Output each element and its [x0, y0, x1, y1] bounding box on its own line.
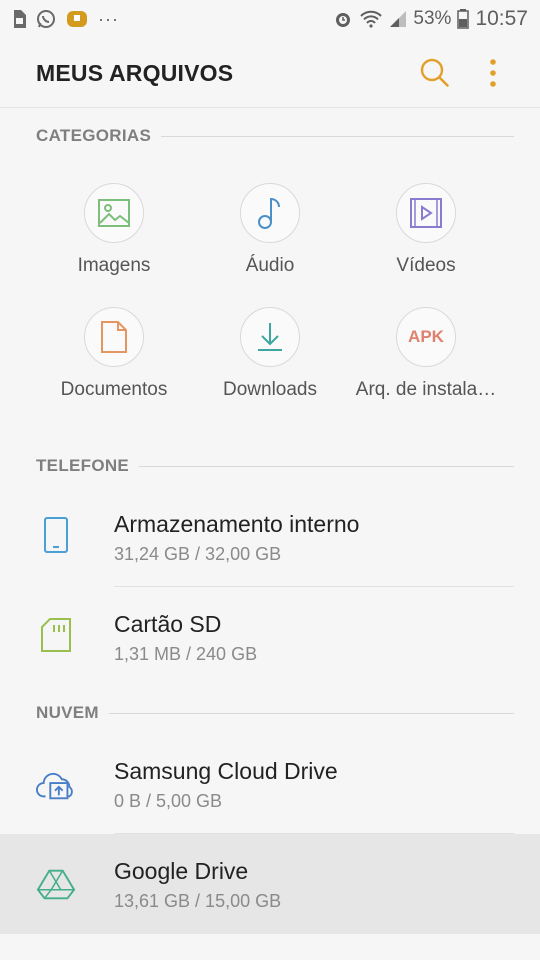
- phone-icon: [44, 517, 68, 553]
- sim-card-icon: [14, 10, 26, 28]
- section-divider: [108, 712, 514, 714]
- row-icon: [36, 515, 76, 555]
- status-bar-left: ···: [12, 9, 119, 30]
- storage-sd-card[interactable]: Cartão SD 1,31 MB / 240 GB: [0, 587, 540, 687]
- download-icon: [258, 323, 282, 351]
- apk-icon: APK: [408, 327, 444, 346]
- category-installation-files[interactable]: APK Arq. de instala…: [348, 307, 504, 401]
- more-vert-icon: [490, 59, 496, 87]
- row-subtitle: 13,61 GB / 15,00 GB: [114, 891, 282, 911]
- music-note-icon: [258, 197, 280, 229]
- page-title: MEUS ARQUIVOS: [36, 60, 234, 86]
- battery-percent: 53%: [413, 8, 452, 29]
- google-drive-icon: [36, 869, 76, 900]
- category-icon-circle: [84, 307, 144, 367]
- category-icon-circle: [396, 183, 456, 243]
- category-videos[interactable]: Vídeos: [348, 183, 504, 277]
- category-icon-circle: [84, 183, 144, 243]
- category-label: Arq. de instala…: [355, 379, 497, 400]
- row-title: Google Drive: [114, 858, 249, 884]
- more-options-button[interactable]: [482, 56, 504, 90]
- storage-internal[interactable]: Armazenamento interno 31,24 GB / 32,00 G…: [0, 487, 540, 587]
- clock: 10:57: [475, 7, 528, 30]
- document-icon: [101, 321, 127, 353]
- storage-google-drive[interactable]: Google Drive 13,61 GB / 15,00 GB: [0, 834, 540, 934]
- messenger-icon: [67, 11, 87, 27]
- row-subtitle: 1,31 MB / 240 GB: [114, 644, 258, 664]
- signal-icon: [390, 11, 407, 27]
- category-label: Vídeos: [396, 255, 456, 276]
- category-icon-circle: [240, 307, 300, 367]
- category-label: Downloads: [223, 379, 317, 400]
- row-title: Cartão SD: [114, 611, 222, 637]
- alarm-icon: [336, 13, 351, 27]
- row-title: Samsung Cloud Drive: [114, 758, 338, 784]
- section-title: TELEFONE: [36, 456, 130, 475]
- more-notifications: ···: [98, 8, 119, 29]
- status-bar-right: 53% 10:57: [333, 7, 528, 31]
- section-divider: [139, 465, 514, 467]
- section-divider: [161, 135, 514, 137]
- row-subtitle: 0 B / 5,00 GB: [114, 791, 223, 811]
- storage-samsung-cloud[interactable]: Samsung Cloud Drive 0 B / 5,00 GB: [0, 734, 540, 834]
- section-title: CATEGORIAS: [36, 126, 152, 145]
- section-title: NUVEM: [36, 703, 99, 722]
- category-label: Áudio: [245, 255, 295, 276]
- status-bar: ··· 53% 10:57: [0, 0, 540, 38]
- section-header-categories: CATEGORIAS: [36, 126, 514, 146]
- search-icon: [420, 58, 449, 87]
- app-bar: MEUS ARQUIVOS: [0, 38, 540, 108]
- sd-card-icon: [41, 618, 71, 652]
- category-label: Imagens: [77, 255, 151, 276]
- video-icon: [410, 198, 442, 228]
- row-icon: [36, 615, 76, 655]
- wifi-icon: [360, 10, 383, 28]
- category-icon-circle: [240, 183, 300, 243]
- search-button[interactable]: [418, 56, 452, 90]
- section-header-phone: TELEFONE: [36, 456, 514, 476]
- image-icon: [98, 199, 130, 227]
- whatsapp-icon: [37, 10, 55, 28]
- category-label: Documentos: [60, 379, 168, 400]
- category-documents[interactable]: Documentos: [36, 307, 192, 401]
- row-title: Armazenamento interno: [114, 511, 360, 537]
- category-downloads[interactable]: Downloads: [192, 307, 348, 401]
- section-header-cloud: NUVEM: [36, 703, 514, 723]
- battery-icon: [457, 9, 470, 29]
- category-images[interactable]: Imagens: [36, 183, 192, 277]
- category-icon-circle: APK: [396, 307, 456, 367]
- row-subtitle: 31,24 GB / 32,00 GB: [114, 544, 282, 564]
- category-audio[interactable]: Áudio: [192, 183, 348, 277]
- row-icon: [36, 764, 76, 804]
- cloud-upload-icon: [36, 772, 73, 800]
- row-icon: [36, 864, 76, 904]
